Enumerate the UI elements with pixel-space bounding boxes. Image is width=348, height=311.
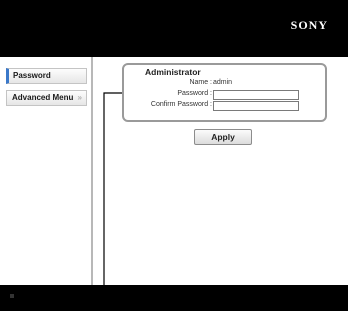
password-field[interactable] bbox=[213, 90, 299, 100]
administrator-panel: Administrator Name : admin Password : Co… bbox=[122, 63, 327, 122]
apply-button[interactable]: Apply bbox=[194, 129, 252, 145]
brand-logo: SONY bbox=[290, 18, 328, 32]
name-label: Name : bbox=[189, 79, 212, 86]
chevron-right-icon: » bbox=[77, 93, 82, 102]
password-label: Password : bbox=[177, 90, 212, 97]
panel-title: Administrator bbox=[145, 67, 201, 77]
footer-bar bbox=[0, 285, 348, 311]
sidebar-item-label: Password bbox=[13, 71, 51, 80]
footer-mark bbox=[10, 294, 14, 298]
confirm-password-field[interactable] bbox=[213, 101, 299, 111]
name-value: admin bbox=[213, 79, 233, 86]
confirm-password-label: Confirm Password : bbox=[150, 101, 212, 108]
page: SONY Password Advanced Menu » Administra… bbox=[0, 0, 348, 311]
sidebar-divider bbox=[91, 57, 93, 285]
header-bar: SONY bbox=[0, 0, 348, 57]
sidebar-item-password[interactable]: Password bbox=[6, 68, 87, 84]
sidebar-item-advanced-menu[interactable]: Advanced Menu » bbox=[6, 90, 87, 106]
sidebar-item-label: Advanced Menu bbox=[12, 93, 74, 102]
sidebar: Password Advanced Menu » bbox=[0, 57, 93, 285]
